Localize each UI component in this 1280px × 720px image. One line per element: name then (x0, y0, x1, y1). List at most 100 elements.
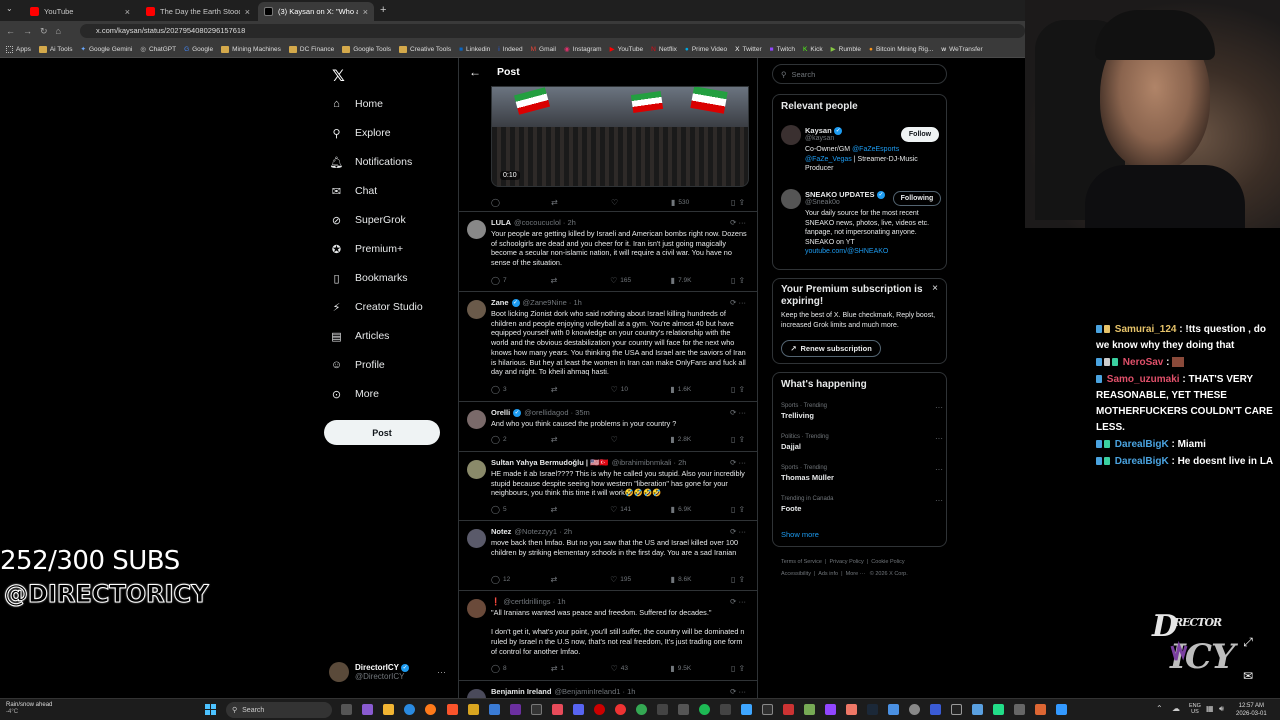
nav-supergrok[interactable]: ⊘ SuperGrok (330, 209, 406, 231)
repost-button[interactable]: ⇄ (551, 385, 571, 394)
footer-link[interactable]: Accessibility (781, 571, 811, 577)
taskbar-search[interactable]: ⚲ Search (226, 702, 332, 718)
bookmark[interactable]: ● Bitcoin Mining Rig... (869, 46, 933, 53)
bookmark[interactable]: Google Tools (342, 45, 391, 53)
search-input[interactable]: ⚲ Search (772, 64, 947, 84)
app-icon[interactable] (615, 704, 626, 715)
bookmark[interactable]: w WeTransfer (941, 46, 982, 53)
bookmark[interactable]: ✦ Google Gemini (80, 45, 132, 54)
chevron-up-icon[interactable]: ⌃ (1156, 704, 1163, 713)
bookmark[interactable]: ◉ Instagram (564, 45, 602, 54)
app-icon[interactable] (972, 704, 983, 715)
discord-icon[interactable] (573, 704, 584, 715)
opera-icon[interactable] (594, 704, 605, 715)
nav-premium[interactable]: ✪ Premium+ (330, 238, 403, 260)
app-icon[interactable] (1014, 704, 1025, 715)
trend-item[interactable]: Sports · Trending Thomas Müller ··· (781, 465, 943, 482)
nav-profile[interactable]: ☺ Profile (330, 354, 385, 376)
bookmark-apps[interactable]: Apps (6, 45, 31, 53)
browser-tab[interactable]: YouTube × (24, 2, 136, 21)
like-button[interactable]: ♡ 195 (610, 575, 631, 584)
like-button[interactable]: ♡ (611, 198, 631, 207)
views-count[interactable]: ▮ 6.9K (671, 505, 692, 514)
bookmark[interactable]: i Indeed (498, 46, 522, 53)
trend-item[interactable]: Politics · Trending Dajjal ··· (781, 434, 943, 451)
footer-link[interactable]: Terms of Service (781, 559, 822, 565)
bookmark[interactable]: ▶ Rumble (831, 45, 861, 54)
app-icon[interactable] (362, 704, 373, 715)
more-icon[interactable]: ⟳ ··· (730, 298, 746, 307)
tray-icon[interactable]: ☁ (1172, 704, 1180, 713)
views-count[interactable]: ▮ 1.6K (670, 385, 691, 394)
nav-bookmarks[interactable]: ▯ Bookmarks (330, 267, 407, 289)
reply-item[interactable]: ❗ @certldrillings · 1h ⟳ ··· "All Iranians… (459, 590, 757, 680)
footer-link[interactable]: Privacy Policy (830, 559, 864, 565)
repost-button[interactable]: ⇄ (551, 276, 571, 285)
browser-tab[interactable]: The Day the Earth Stood Still (2 × (140, 2, 256, 21)
repost-button[interactable]: ⇄ (551, 198, 571, 207)
app-icon[interactable] (930, 704, 941, 715)
account-switcher[interactable]: DirectorICY ✓ @DirectorICY ··· (329, 658, 454, 686)
bookmark[interactable]: ● Prime Video (685, 46, 727, 53)
app-icon[interactable] (657, 704, 668, 715)
share-button[interactable]: ▯ ⇪ (731, 664, 751, 673)
bookmark[interactable]: M Gmail (531, 46, 556, 53)
footer-link[interactable]: Ads info (818, 571, 838, 577)
bookmark[interactable]: ▶ YouTube (610, 45, 644, 54)
more-icon[interactable]: ⟳ ··· (730, 408, 746, 417)
show-more-link[interactable]: Show more (781, 530, 819, 539)
following-button[interactable]: Following (893, 191, 941, 206)
chrome-icon[interactable] (636, 704, 647, 715)
nav-creator-studio[interactable]: ⚡ Creator Studio (330, 296, 423, 318)
taskview-icon[interactable] (341, 704, 352, 715)
views-count[interactable]: ▮ 7.9K (671, 276, 692, 285)
firefox-icon[interactable] (425, 704, 436, 715)
like-button[interactable]: ♡ 10 (611, 385, 631, 394)
app-icon[interactable] (909, 704, 920, 715)
like-button[interactable]: ♡ 141 (610, 505, 631, 514)
bookmark[interactable]: Ai Tools (38, 45, 72, 53)
volume-icon[interactable]: 🔊︎ (1219, 704, 1224, 714)
post-video[interactable]: 0:10 (491, 86, 749, 187)
reply-button[interactable]: ◯ 12 (491, 575, 511, 584)
share-button[interactable]: ▯ ⇪ (731, 575, 751, 584)
reply-item[interactable]: Benjamin Ireland @BenjaminIreland1 · 1h ⟳ … (459, 680, 757, 698)
reply-item[interactable]: LULA @cocoucuclol · 2h ⟳ ··· Your people a… (459, 211, 757, 291)
bookmark[interactable]: Creative Tools (399, 45, 451, 53)
reply-button[interactable]: ◯ (491, 198, 511, 207)
bookmark[interactable]: N Netflix (651, 46, 677, 53)
app-icon[interactable] (762, 704, 773, 715)
reply-item[interactable]: Zane ✓ @Zane9Nine · 1h ⟳ ··· Boot licking Z… (459, 291, 757, 401)
trend-item[interactable]: Trending in Canada Foote ··· (781, 496, 943, 513)
bookmark[interactable]: ■ Linkedin (459, 46, 490, 53)
reply-button[interactable]: ◯ 5 (491, 505, 511, 514)
trend-item[interactable]: Sports · Trending Trelliving ··· (781, 403, 943, 420)
more-icon[interactable]: ⟳ ··· (730, 458, 746, 467)
renew-subscription-button[interactable]: ↗ Renew subscription (781, 340, 881, 357)
views-count[interactable]: ▮ 2.8K (670, 435, 691, 444)
bookmark[interactable]: DC Finance (288, 45, 334, 53)
app-icon[interactable] (804, 704, 815, 715)
share-button[interactable]: ▯ ⇪ (731, 385, 751, 394)
close-icon[interactable]: × (125, 7, 130, 17)
person-card[interactable]: Kaysan ✓ @kaysan Co-Owner/GM @FaZeEsport… (805, 125, 918, 174)
weather-widget[interactable]: Rain/snow ahead -4°C (6, 702, 52, 716)
windows-start-icon[interactable] (205, 704, 216, 715)
back-icon[interactable]: ← (6, 26, 15, 36)
like-button[interactable]: ♡ 43 (611, 664, 631, 673)
close-icon[interactable]: × (245, 7, 250, 17)
app-icon[interactable] (741, 704, 752, 715)
repost-button[interactable]: ⇄ 1 (551, 664, 571, 673)
views-count[interactable]: ▮ 530 (671, 198, 691, 207)
app-icon[interactable] (783, 704, 794, 715)
reply-item[interactable]: Orelli ✓ @orellidagod · 35m ⟳ ··· And who y… (459, 401, 757, 451)
folder-icon[interactable] (468, 704, 479, 715)
message-icon[interactable]: ✉ (1238, 666, 1258, 686)
bookmark[interactable]: X Twitter (735, 46, 762, 53)
reply-item[interactable]: Notez @Notezzyy1 · 2h ⟳ ··· move back then… (459, 520, 757, 590)
app-icon[interactable] (1056, 704, 1067, 715)
reload-icon[interactable]: ↻ (40, 26, 48, 37)
app-icon[interactable] (993, 704, 1004, 715)
nav-chat[interactable]: ✉ Chat (330, 180, 377, 202)
more-icon[interactable]: ⟳ ··· (730, 687, 746, 696)
